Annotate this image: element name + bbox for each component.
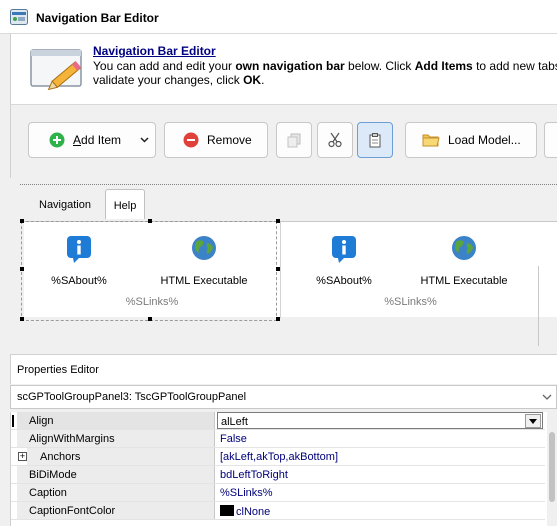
property-row[interactable]: CaptionFontColor clNone xyxy=(11,502,545,520)
caret-down-icon xyxy=(529,418,537,424)
property-value[interactable]: %SLinks% xyxy=(217,484,543,501)
add-item-dropdown[interactable] xyxy=(133,123,155,157)
properties-editor-header: Properties Editor xyxy=(10,354,557,384)
resize-handle[interactable] xyxy=(148,219,152,223)
property-name: Align xyxy=(17,412,215,429)
add-item-button[interactable]: Add Item xyxy=(28,122,156,158)
property-name: AlignWithMargins xyxy=(17,430,215,447)
tab-navigation[interactable]: Navigation xyxy=(34,195,96,217)
nav-item-about[interactable]: %SAbout% xyxy=(289,234,399,287)
folder-icon xyxy=(422,134,440,146)
resize-handle[interactable] xyxy=(276,267,280,271)
add-item-label: Add Item xyxy=(73,133,122,147)
property-value[interactable]: False xyxy=(217,430,543,447)
nav-item-label: %SAbout% xyxy=(316,275,372,287)
paste-button[interactable] xyxy=(357,122,393,158)
navigation-bar-editor-window: Navigation Bar Editor Navigation Bar Edi… xyxy=(0,0,557,526)
property-value: clNone xyxy=(236,506,271,518)
property-value-combo[interactable]: alLeft xyxy=(217,412,543,429)
resize-handle[interactable] xyxy=(276,219,280,223)
window-title: Navigation Bar Editor xyxy=(36,11,159,25)
properties-editor-title: Properties Editor xyxy=(17,364,99,376)
resize-handle[interactable] xyxy=(148,317,152,321)
app-icon xyxy=(10,9,28,25)
load-model-button[interactable]: Load Model... xyxy=(405,122,537,158)
edit-window-icon xyxy=(30,49,82,91)
banner-title[interactable]: Navigation Bar Editor xyxy=(93,44,216,58)
property-row[interactable]: Caption %SLinks% xyxy=(11,484,545,502)
cut-button[interactable] xyxy=(317,122,353,158)
tool-group-panel[interactable]: %SAbout% HTML Executable %SLinks% xyxy=(280,222,540,318)
chevron-down-icon xyxy=(542,394,552,400)
resize-handle[interactable] xyxy=(20,219,24,223)
property-value[interactable]: bdLeftToRight xyxy=(217,466,543,483)
property-value: alLeft xyxy=(221,416,248,428)
clipboard-icon xyxy=(369,133,381,148)
scrollbar-thumb[interactable] xyxy=(549,432,555,502)
remove-icon xyxy=(183,132,199,148)
property-name: BiDiMode xyxy=(17,466,215,483)
tab-help[interactable]: Help xyxy=(105,189,145,219)
resize-handle[interactable] xyxy=(20,317,24,321)
navigation-bar-preview: Navigation Help %SAbout% HTML Executable… xyxy=(20,184,557,346)
color-swatch xyxy=(220,505,234,516)
property-name: Anchors xyxy=(27,448,215,465)
group-caption: %SLinks% xyxy=(384,296,437,308)
vertical-scrollbar[interactable] xyxy=(547,412,557,526)
banner-description: You can add and edit your own navigation… xyxy=(93,59,557,87)
resize-handle[interactable] xyxy=(276,317,280,321)
property-dropdown-button[interactable] xyxy=(525,414,541,428)
object-selector-value: scGPToolGroupPanel3: TscGPToolGroupPanel xyxy=(17,391,247,403)
property-value[interactable]: [akLeft,akTop,akBottom] xyxy=(217,448,543,465)
resize-handle[interactable] xyxy=(20,267,24,271)
info-icon xyxy=(332,236,356,263)
row-indicator xyxy=(12,415,14,427)
remove-button[interactable]: Remove xyxy=(164,122,268,158)
property-row[interactable]: BiDiMode bdLeftToRight xyxy=(11,466,545,484)
expand-icon[interactable]: + xyxy=(18,452,27,461)
remove-label: Remove xyxy=(207,133,252,147)
property-row[interactable]: Align alLeft xyxy=(11,412,545,430)
property-row[interactable]: + Anchors [akLeft,akTop,akBottom] xyxy=(11,448,545,466)
globe-icon xyxy=(452,236,476,260)
header-banner: Navigation Bar Editor You can add and ed… xyxy=(10,34,557,104)
property-value-color[interactable]: clNone xyxy=(217,502,543,519)
property-grid: Align alLeft AlignWithMargins False + An… xyxy=(10,412,557,526)
property-name: Caption xyxy=(17,484,215,501)
copy-button[interactable] xyxy=(276,122,312,158)
more-toolbar-button[interactable] xyxy=(544,122,557,158)
nav-item-html-executable[interactable]: HTML Executable xyxy=(409,234,519,287)
panel-divider xyxy=(538,266,539,346)
toolbar: Add Item Remove Load Model... xyxy=(10,104,557,178)
copy-icon xyxy=(287,133,301,148)
chevron-down-icon xyxy=(139,137,149,143)
add-icon xyxy=(49,132,65,148)
selection-frame xyxy=(21,221,277,321)
load-model-label: Load Model... xyxy=(448,133,521,147)
nav-item-label: HTML Executable xyxy=(420,275,508,287)
scissors-icon xyxy=(328,132,342,148)
object-selector[interactable]: scGPToolGroupPanel3: TscGPToolGroupPanel xyxy=(10,385,557,409)
title-bar: Navigation Bar Editor xyxy=(0,0,557,34)
property-name: CaptionFontColor xyxy=(17,502,215,519)
property-row[interactable]: AlignWithMargins False xyxy=(11,430,545,448)
